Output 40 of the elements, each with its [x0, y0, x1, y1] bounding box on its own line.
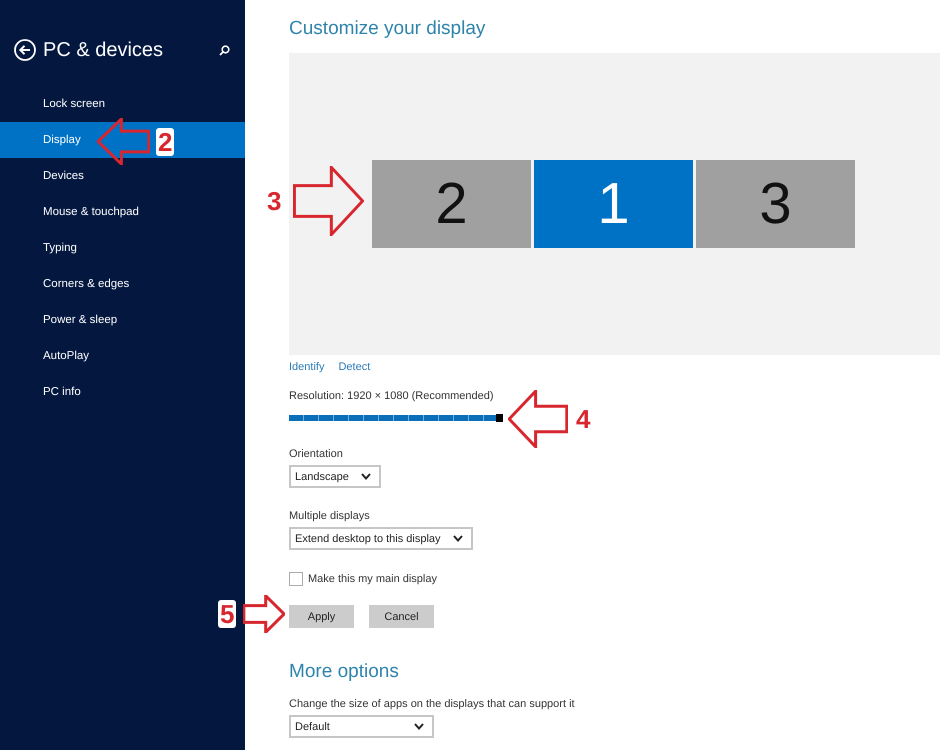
- section-title: More options: [289, 660, 399, 684]
- chevron-down-icon: [360, 473, 371, 480]
- resolution-slider[interactable]: [289, 415, 503, 421]
- search-icon[interactable]: [219, 44, 230, 56]
- monitor-tile[interactable]: 2: [372, 160, 531, 248]
- app-size-dropdown[interactable]: Default: [289, 715, 434, 738]
- sidebar-item[interactable]: Typing: [0, 230, 245, 266]
- resolution-label: Resolution: 1920 × 1080 (Recommended): [289, 389, 494, 404]
- chevron-down-icon: [414, 723, 424, 730]
- sidebar-item[interactable]: Mouse & touchpad: [0, 194, 245, 230]
- callout-number: 2: [156, 128, 174, 156]
- arrow-icon: [508, 390, 568, 448]
- sidebar-item[interactable]: Devices: [0, 158, 245, 194]
- multiple-displays-dropdown[interactable]: Extend desktop to this display: [289, 527, 473, 550]
- orientation-dropdown[interactable]: Landscape: [289, 465, 381, 488]
- monitor-tile[interactable]: 1: [534, 160, 693, 248]
- sidebar-item[interactable]: AutoPlay: [0, 338, 245, 374]
- checkbox[interactable]: [289, 572, 303, 586]
- arrow-icon: [97, 118, 150, 165]
- monitor-tile[interactable]: 3: [696, 160, 855, 248]
- sidebar-item[interactable]: PC info: [0, 374, 245, 410]
- callout-number: 5: [218, 600, 236, 628]
- arrow-icon: [293, 166, 364, 236]
- slider-thumb[interactable]: [496, 414, 503, 422]
- sidebar-item[interactable]: Power & sleep: [0, 302, 245, 338]
- chevron-down-icon: [452, 535, 463, 542]
- button[interactable]: Apply: [289, 605, 354, 628]
- orientation-label: Orientation: [289, 447, 343, 462]
- back-icon[interactable]: [14, 39, 36, 61]
- checkbox-label: Make this my main display: [308, 572, 437, 587]
- arrow-icon: [243, 595, 286, 633]
- app-size-label: Change the size of apps on the displays that can support it: [289, 697, 575, 712]
- sidebar-item[interactable]: Lock screen: [0, 86, 245, 122]
- sidebar-title: PC & devices: [43, 38, 164, 62]
- multiple-displays-label: Multiple displays: [289, 509, 370, 524]
- link[interactable]: Identify: [289, 361, 324, 373]
- section-title: Customize your display: [289, 17, 486, 41]
- link[interactable]: Detect: [338, 361, 370, 373]
- sidebar-item[interactable]: Corners & edges: [0, 266, 245, 302]
- button[interactable]: Cancel: [369, 605, 434, 628]
